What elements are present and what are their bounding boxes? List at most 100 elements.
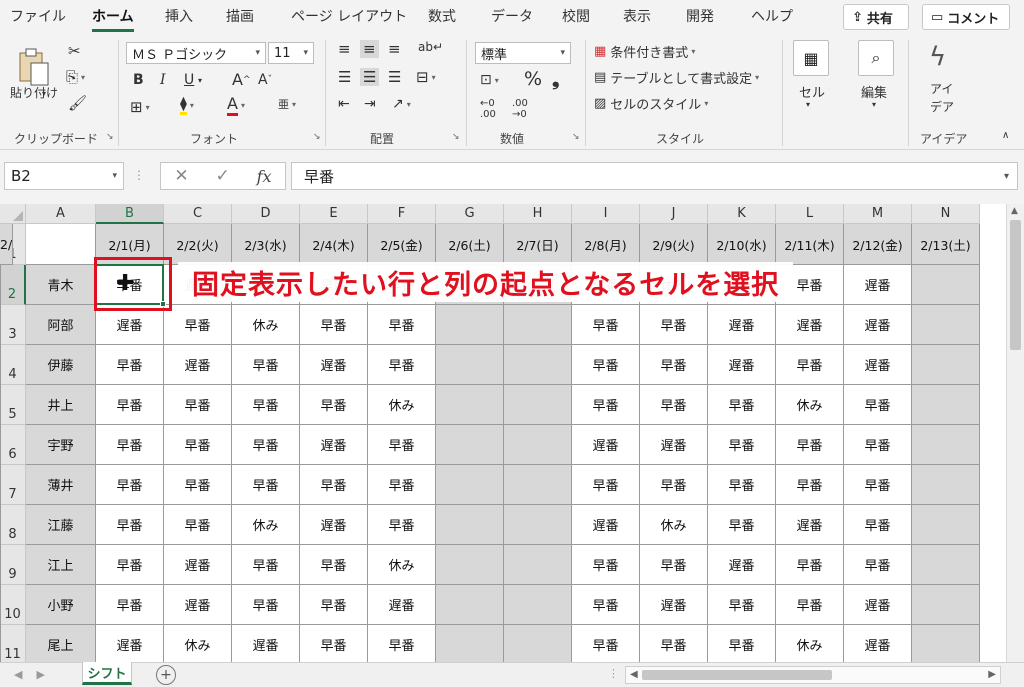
shift-cell[interactable]: 早番 [572,345,640,385]
shift-cell[interactable]: 休み [776,385,844,425]
shift-cell[interactable] [504,465,572,505]
scroll-left-icon[interactable]: ◀ [630,669,638,680]
vertical-scrollbar[interactable]: ▲ [1006,204,1024,662]
name-box[interactable]: B2 ▾ [4,162,124,190]
date-header-cell[interactable]: 2/8(月) [572,224,640,265]
horizontal-scroll-thumb[interactable] [642,670,832,680]
enter-icon[interactable]: ✓ [216,166,230,186]
shift-cell[interactable]: 遅番 [96,305,164,345]
tab-6[interactable]: データ [491,6,533,26]
shift-cell[interactable]: 早番 [572,465,640,505]
shift-cell[interactable] [504,545,572,585]
font-color-icon[interactable]: A ▾ [227,94,245,116]
tab-4[interactable]: ページ レイアウト [291,6,407,26]
row-header-5[interactable]: 5 [0,385,26,425]
conditional-formatting-button[interactable]: ▦ 条件付き書式 ▾ [594,42,695,61]
decrease-indent-icon[interactable]: ⇤ [338,96,350,112]
column-header-I[interactable]: I [572,204,640,224]
employee-name-cell[interactable]: 尾上 [26,625,96,662]
editing-label[interactable]: 編集 [861,82,887,101]
phonetic-icon[interactable]: 亜 ▾ [278,96,296,112]
number-launcher-icon[interactable]: ↘ [572,132,580,142]
cancel-icon[interactable]: ✕ [174,166,188,186]
shift-cell[interactable] [0,345,1,385]
shift-cell[interactable]: 早番 [96,385,164,425]
employee-name-cell[interactable]: 井上 [26,385,96,425]
shift-cell[interactable]: 早番 [572,305,640,345]
row-header-6[interactable]: 6 [0,425,26,465]
shift-cell[interactable]: 休み [368,545,436,585]
format-painter-icon[interactable]: 🖌 [68,94,87,112]
shift-cell[interactable]: 早番 [776,465,844,505]
shift-cell[interactable] [912,385,980,425]
shift-cell[interactable] [436,425,504,465]
shift-cell[interactable] [504,385,572,425]
shift-cell[interactable]: 早番 [640,465,708,505]
horizontal-scrollbar[interactable]: ◀ ▶ [625,666,1001,684]
editing-chevron-icon[interactable]: ▾ [872,100,876,109]
row-header-10[interactable]: 10 [0,585,26,625]
shift-cell[interactable]: 遅番 [844,585,912,625]
column-header-C[interactable]: C [164,204,232,224]
shift-cell[interactable] [912,265,980,305]
tab-10[interactable]: ヘルプ [751,6,793,26]
shift-cell[interactable]: 早番 [776,545,844,585]
select-all-corner[interactable] [0,204,26,224]
shift-cell[interactable]: 早番 [164,305,232,345]
tab-7[interactable]: 校閲 [562,6,590,26]
align-top-icon[interactable]: ≡ [338,40,351,58]
alignment-launcher-icon[interactable]: ↘ [452,132,460,142]
ideas-label-line2[interactable]: デア [930,98,954,115]
shift-cell[interactable]: 早番 [572,585,640,625]
shift-cell[interactable]: 早番 [96,545,164,585]
shift-cell[interactable]: 早番 [232,345,300,385]
italic-button[interactable]: I [160,72,166,88]
shift-cell[interactable]: 早番 [708,385,776,425]
splitter-handle-icon[interactable]: ⋮ [608,667,619,680]
shift-cell[interactable] [0,265,1,305]
shift-cell[interactable]: 遅番 [708,305,776,345]
column-header-H[interactable]: H [504,204,572,224]
shift-cell[interactable]: 早番 [300,465,368,505]
format-as-table-button[interactable]: ▤ テーブルとして書式設定 ▾ [594,68,759,87]
shift-cell[interactable]: 早番 [368,505,436,545]
tab-3[interactable]: 描画 [226,6,254,26]
shift-cell[interactable]: 遅番 [844,345,912,385]
shift-cell[interactable]: 遅番 [300,505,368,545]
shift-cell[interactable]: 遅番 [300,345,368,385]
shift-cell[interactable] [0,505,1,545]
increase-indent-icon[interactable]: ⇥ [364,96,376,112]
merge-center-icon[interactable]: ⊟ ▾ [416,68,436,86]
shift-cell[interactable] [0,625,1,662]
paste-chevron-icon[interactable]: ▾ [42,89,46,98]
employee-name-cell[interactable]: 薄井 [26,465,96,505]
shift-cell[interactable]: 遅番 [844,305,912,345]
shift-cell[interactable]: 早番 [300,305,368,345]
shift-cell[interactable] [0,425,1,465]
shift-cell[interactable]: 早番 [640,385,708,425]
employee-name-cell[interactable]: 小野 [26,585,96,625]
tab-8[interactable]: 表示 [623,6,651,26]
shift-cell[interactable]: 休み [640,505,708,545]
shift-cell[interactable] [912,465,980,505]
share-button[interactable]: ⇪ 共有 [843,4,909,30]
shift-cell[interactable]: 遅番 [572,425,640,465]
shift-cell[interactable] [504,585,572,625]
date-header-cell[interactable]: 2/ [0,224,14,265]
employee-name-cell[interactable]: 江上 [26,545,96,585]
expand-formula-icon[interactable]: ▾ [1004,171,1009,182]
tab-9[interactable]: 開発 [686,6,714,26]
comma-button[interactable]: ❟ [552,68,559,90]
shift-cell[interactable]: 早番 [368,305,436,345]
cut-icon[interactable]: ✂ [68,42,81,60]
row-header-4[interactable]: 4 [0,345,26,385]
date-header-cell[interactable]: 2/12(金) [844,224,912,265]
wrap-text-icon[interactable]: ab↵ [418,40,443,54]
shift-cell[interactable]: 早番 [96,505,164,545]
employee-name-cell[interactable]: 伊藤 [26,345,96,385]
shift-cell[interactable]: 早番 [300,625,368,662]
orientation-icon[interactable]: ↗ ▾ [392,96,411,112]
tab-0[interactable]: ファイル [10,6,66,26]
shift-cell[interactable]: 早番 [708,465,776,505]
fill-handle[interactable] [160,301,166,307]
